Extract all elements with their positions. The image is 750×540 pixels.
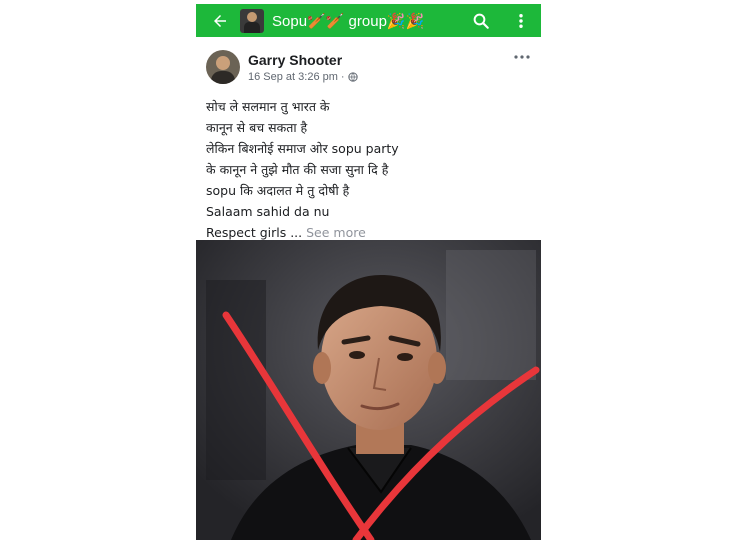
- post-line-text: Respect girls ...: [206, 225, 303, 240]
- post-line: sopu कि अदालत मे तु दोषी है: [206, 183, 350, 198]
- search-icon: [473, 13, 489, 29]
- photo-illustration: [196, 240, 541, 540]
- back-button[interactable]: [204, 4, 236, 37]
- post-header: Garry Shooter 16 Sep at 3:26 pm ·: [196, 42, 541, 90]
- post-line: लेकिन बिशनोई समाज ओर sopu party: [206, 141, 399, 156]
- more-vertical-icon: [519, 13, 523, 28]
- author-name[interactable]: Garry Shooter: [248, 52, 342, 68]
- more-horizontal-icon: [514, 55, 530, 59]
- globe-icon: [347, 72, 358, 82]
- post-line: कानून से बच सकता है: [206, 120, 308, 135]
- post-date[interactable]: 16 Sep at 3:26 pm: [248, 71, 338, 83]
- overflow-menu-button[interactable]: [501, 4, 541, 37]
- group-app-bar: Sopu🏏🏏 group🎉🎉: [196, 4, 541, 37]
- search-button[interactable]: [461, 4, 501, 37]
- author-avatar[interactable]: [206, 50, 240, 84]
- phone-screen: Sopu🏏🏏 group🎉🎉 Garry Shooter 16 Sep at 3…: [196, 0, 541, 540]
- group-title[interactable]: Sopu🏏🏏 group🎉🎉: [272, 12, 461, 30]
- post-line: के कानून ने तुझे मौत की सजा सुना दि है: [206, 162, 389, 177]
- post-text: सोच ले सलमान तु भारत के कानून से बच सकता…: [196, 90, 541, 242]
- post-card: Garry Shooter 16 Sep at 3:26 pm · सोच ले…: [196, 42, 541, 242]
- post-line: Salaam sahid da nu: [206, 204, 330, 219]
- see-more-link[interactable]: See more: [306, 225, 366, 240]
- post-meta: 16 Sep at 3:26 pm ·: [248, 71, 358, 83]
- group-avatar[interactable]: [240, 8, 264, 33]
- post-options-button[interactable]: [511, 50, 533, 64]
- back-arrow-icon: [214, 14, 226, 27]
- meta-separator: ·: [340, 71, 345, 83]
- post-photo[interactable]: [196, 240, 541, 540]
- post-line: सोच ले सलमान तु भारत के: [206, 99, 330, 114]
